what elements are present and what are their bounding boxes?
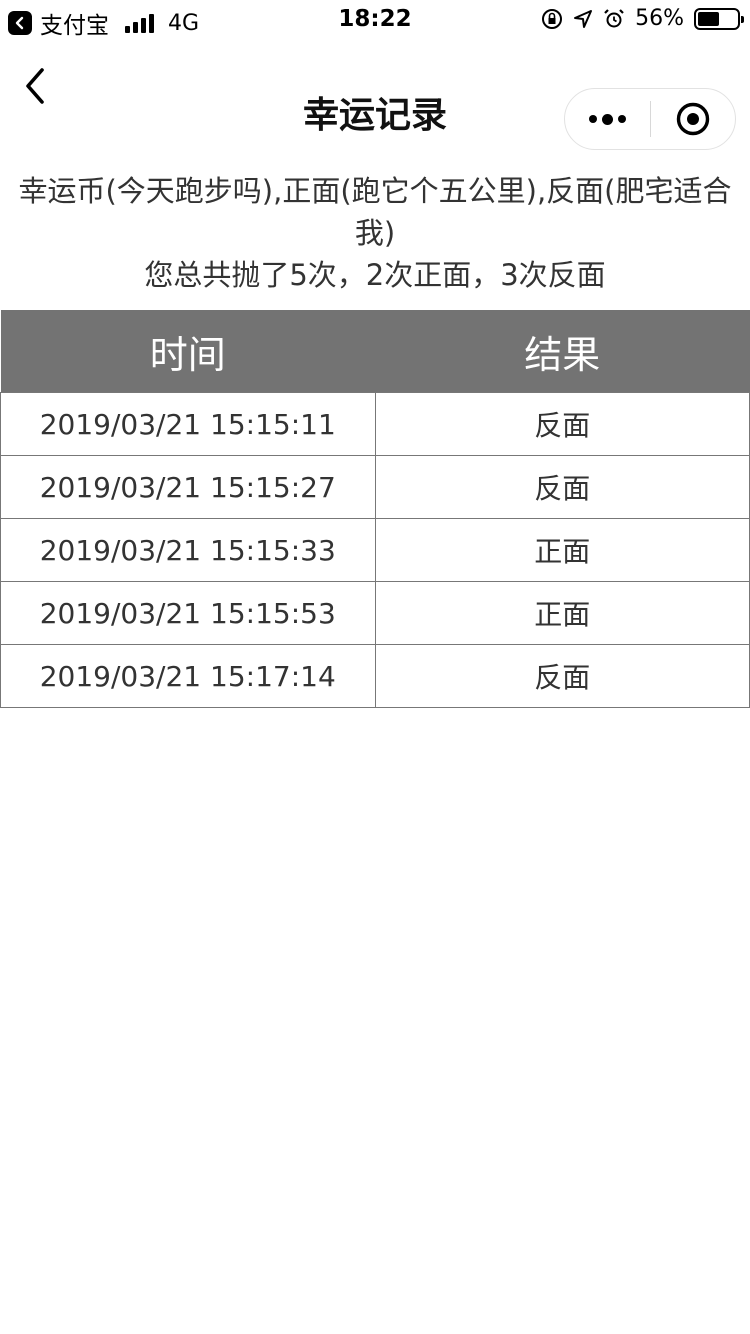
time-cell: 2019/03/21 15:15:11 (0, 392, 376, 456)
battery-percent: 56% (635, 6, 684, 31)
table-row: 2019/03/21 15:15:11 反面 (0, 392, 750, 456)
result-cell: 反面 (374, 644, 750, 708)
battery-icon (694, 7, 744, 30)
result-cell: 正面 (374, 518, 750, 582)
status-bar: 支付宝 4G 18:22 56% (0, 0, 750, 40)
time-cell: 2019/03/21 15:15:33 (0, 518, 376, 582)
nav-bar: 幸运记录 (0, 40, 750, 150)
coin-description: 幸运币(今天跑步吗),正面(跑它个五公里),反面(肥宅适合我) (18, 174, 732, 250)
time-cell: 2019/03/21 15:15:27 (0, 455, 376, 519)
target-circle-icon[interactable] (651, 89, 735, 149)
orientation-lock-icon (541, 8, 563, 30)
battery-fill (698, 11, 720, 26)
table-row: 2019/03/21 15:15:27 反面 (0, 455, 750, 519)
alarm-icon (603, 8, 625, 30)
header-result: 结果 (375, 310, 750, 393)
more-dots-icon[interactable] (565, 89, 650, 149)
table-row: 2019/03/21 15:15:53 正面 (0, 581, 750, 645)
time-cell: 2019/03/21 15:15:53 (0, 581, 376, 645)
table-row: 2019/03/21 15:15:33 正面 (0, 518, 750, 582)
toss-summary: 您总共抛了5次，2次正面，3次反面 (144, 258, 606, 292)
status-bar-right: 56% (541, 6, 744, 31)
table-header-row: 时间 结果 (0, 310, 750, 393)
records-table: 时间 结果 2019/03/21 15:15:11 反面 2019/03/21 … (0, 310, 750, 708)
location-arrow-icon (573, 9, 593, 29)
menu-capsule (564, 88, 736, 150)
time-cell: 2019/03/21 15:17:14 (0, 644, 376, 708)
header-time: 时间 (0, 310, 375, 393)
result-cell: 反面 (374, 455, 750, 519)
result-cell: 正面 (374, 581, 750, 645)
result-cell: 反面 (374, 392, 750, 456)
table-row: 2019/03/21 15:17:14 反面 (0, 644, 750, 708)
